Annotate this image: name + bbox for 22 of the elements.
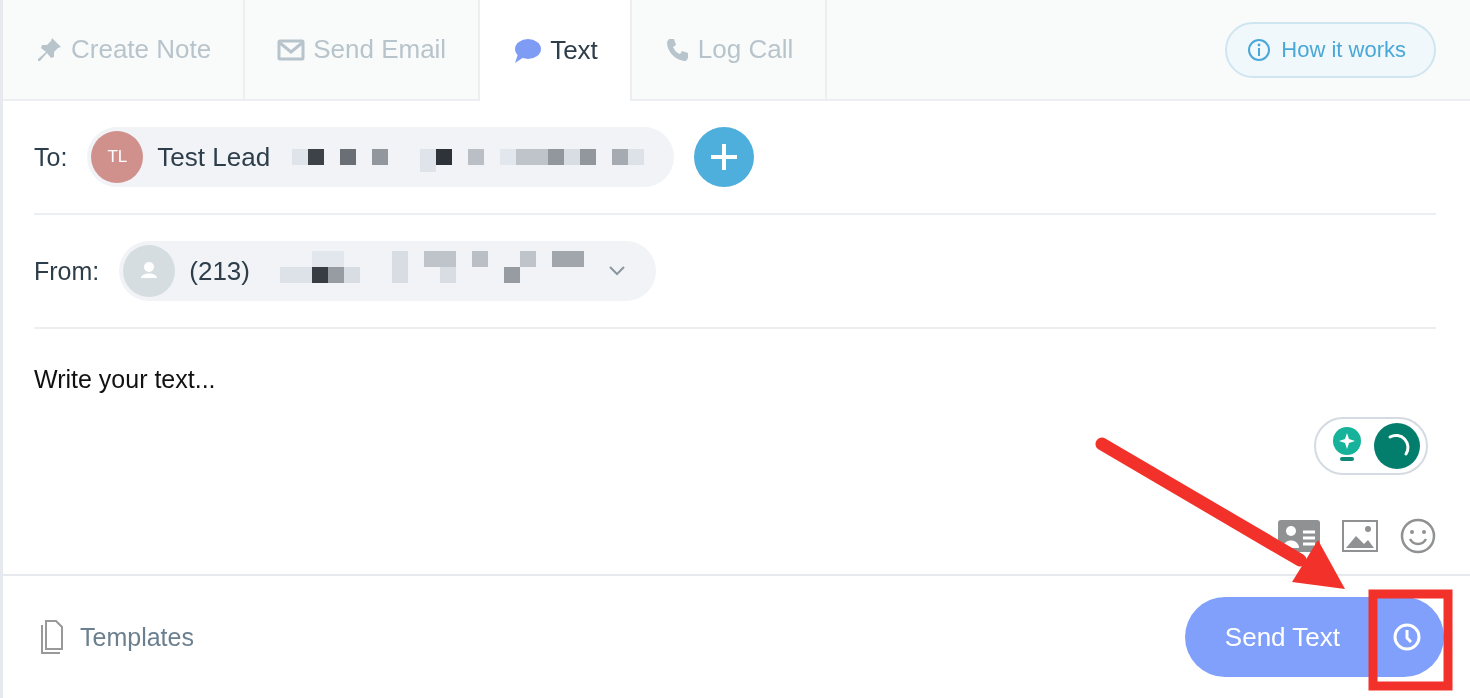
recipient-name: Test Lead xyxy=(157,141,271,173)
to-label: To: xyxy=(34,142,68,172)
recipient-chip[interactable]: TL Test Lead xyxy=(87,127,675,187)
clock-icon xyxy=(1392,622,1422,652)
tab[interactable]: Text xyxy=(480,0,632,101)
spinner-icon[interactable] xyxy=(1374,423,1420,469)
templates-button[interactable]: Templates xyxy=(34,619,200,655)
pin-icon xyxy=(35,35,63,64)
image-icon[interactable] xyxy=(1342,520,1378,552)
envelope-icon xyxy=(277,38,306,61)
sender-dropdown[interactable]: (213) xyxy=(119,241,656,301)
chevron-down-icon xyxy=(608,265,626,277)
help-button[interactable]: How it works xyxy=(1225,21,1436,78)
from-label: From: xyxy=(34,256,100,286)
sender-number: (213) xyxy=(189,255,250,287)
emoji-icon[interactable] xyxy=(1400,518,1436,554)
plus-icon xyxy=(709,142,740,172)
avatar: TL xyxy=(91,131,144,183)
info-icon xyxy=(1247,37,1272,62)
person-icon xyxy=(123,245,176,297)
speech-bubble-icon xyxy=(512,37,543,64)
send-button[interactable]: Send Text xyxy=(1184,597,1444,677)
